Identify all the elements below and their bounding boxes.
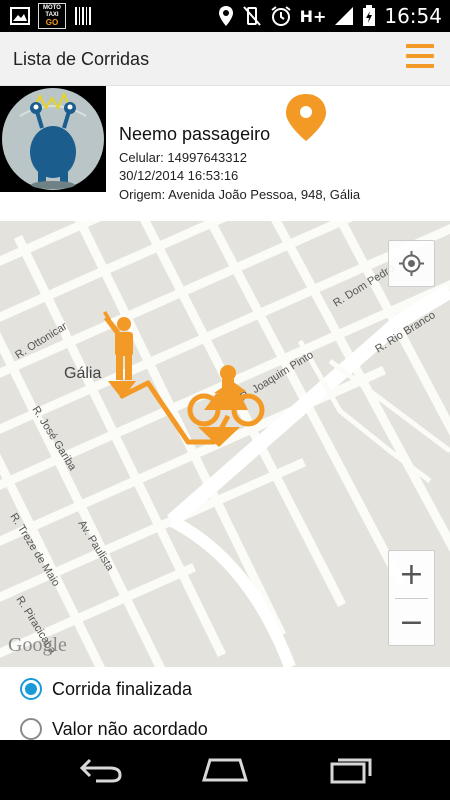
back-button[interactable] [78,754,124,789]
map-view[interactable]: R. Ottonicar R. José Gariba R. Treze de … [0,221,450,667]
ride-status-options: Corrida finalizada Valor não acordado [0,667,450,740]
radio-button-checked[interactable] [20,678,42,700]
passenger-name: Neemo passageiro [119,124,271,144]
signal-icon [335,7,354,25]
map-canvas[interactable]: R. Ottonicar R. José Gariba R. Treze de … [0,221,450,667]
ride-datetime: 30/12/2014 16:53:16 [119,168,239,183]
system-nav-bar [0,740,450,800]
home-icon [201,758,249,782]
origin-marker-icon[interactable] [282,92,330,142]
location-pin-icon [218,6,233,26]
back-icon [79,758,122,783]
alarm-icon [270,6,291,26]
zoom-controls: + − [388,550,435,646]
passenger-phone: Celular: 14997643312 [119,150,247,165]
city-label: Gália [64,365,101,382]
image-icon [10,7,30,25]
status-clock: 16:54 [384,4,442,28]
menu-icon-bar [406,44,434,48]
logo-line-3: GO [45,18,59,27]
app-logo-icon: MOTO TAXI GO [38,3,66,29]
option-label: Valor não acordado [52,718,208,739]
recent-apps-button[interactable] [328,754,374,789]
radio-button-unchecked[interactable] [20,718,42,740]
avatar-alien-icon [2,88,104,190]
option-valor-nao-acordado[interactable]: Valor não acordado [20,718,208,740]
zoom-in-button[interactable]: + [389,551,434,598]
status-bar: MOTO TAXI GO H+ 16:54 [0,0,450,32]
google-watermark: Google [8,634,67,656]
crosshair-icon [399,251,424,276]
battery-charging-icon [363,5,376,26]
menu-icon-bar [406,54,434,58]
ride-origin: Origem: Avenida João Pessoa, 948, Gália [119,187,361,202]
vibrate-off-icon [242,6,261,26]
recent-apps-icon [330,758,372,784]
avatar [0,86,106,192]
option-corrida-finalizada[interactable]: Corrida finalizada [20,678,192,700]
option-label: Corrida finalizada [52,678,193,699]
my-location-button[interactable] [388,240,435,287]
menu-icon-bar [406,64,434,68]
home-button[interactable] [200,754,250,789]
app-bar: Lista de Corridas [0,32,450,86]
zoom-out-button[interactable]: − [389,599,434,646]
logo-line-1: MOTO [43,5,61,11]
menu-button[interactable] [406,44,436,74]
page-title: Lista de Corridas [13,49,150,69]
barcode-icon [75,7,91,25]
network-type: H+ [299,6,327,26]
